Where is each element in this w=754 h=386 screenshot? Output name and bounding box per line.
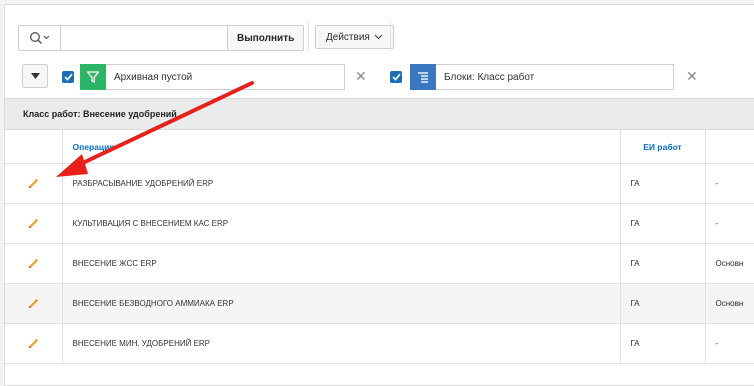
- unit-cell: ГА: [620, 203, 706, 244]
- table-row: ВНЕСЕНИЕ МИН. УДОБРЕНИЙ ERP ГА -: [5, 323, 754, 364]
- pencil-icon[interactable]: [27, 178, 39, 190]
- extra-cell: Основн: [705, 283, 754, 324]
- filter-collapse-toggle[interactable]: [22, 64, 48, 88]
- search-bar: Выполнить: [18, 25, 305, 51]
- extra-cell: Основн: [705, 243, 754, 284]
- column-header-extra[interactable]: [705, 130, 754, 164]
- chevron-down-icon: [374, 34, 383, 40]
- edit-column-header: [5, 130, 63, 164]
- unit-cell: ГА: [620, 323, 706, 364]
- search-input[interactable]: [61, 26, 227, 50]
- pencil-icon[interactable]: [27, 298, 39, 310]
- toolbar-divider: [308, 21, 309, 51]
- actions-menu-button[interactable]: Действия: [315, 25, 394, 49]
- caret-down-icon: [30, 73, 40, 79]
- extra-cell: -: [705, 203, 754, 244]
- edit-cell: [5, 203, 63, 244]
- control-break-icon: [410, 63, 436, 90]
- filter-chip[interactable]: Архивная пустой: [80, 63, 345, 90]
- search-column-selector[interactable]: [19, 26, 61, 50]
- control-break-header: Класс работ: Внесение удобрений: [5, 98, 754, 130]
- unit-cell: ГА: [620, 243, 706, 284]
- extra-cell: -: [705, 163, 754, 204]
- table-row: РАЗБРАСЫВАНИЕ УДОБРЕНИЙ ERP ГА -: [5, 163, 754, 204]
- operation-cell: КУЛЬТИВАЦИЯ С ВНЕСЕНИЕМ КАС ERP: [62, 203, 621, 244]
- operation-cell: ВНЕСЕНИЕ БЕЗВОДНОГО АММИАКА ERP: [62, 283, 621, 324]
- extra-cell: -: [705, 323, 754, 364]
- unit-cell: ГА: [620, 283, 706, 324]
- operation-cell: ВНЕСЕНИЕ ЖСС ERP: [62, 243, 621, 284]
- report-table: Операция ЕИ работ РАЗБРАСЫВАНИЕ УДОБРЕНИ…: [5, 130, 754, 364]
- remove-filter-icon[interactable]: ✕: [355, 68, 367, 85]
- table-header-row: Операция ЕИ работ: [5, 130, 754, 164]
- pencil-icon[interactable]: [27, 338, 39, 350]
- control-break-chip[interactable]: Блоки: Класс работ: [410, 63, 674, 90]
- table-row: КУЛЬТИВАЦИЯ С ВНЕСЕНИЕМ КАС ERP ГА -: [5, 203, 754, 244]
- operation-cell: ВНЕСЕНИЕ МИН. УДОБРЕНИЙ ERP: [62, 323, 621, 364]
- pencil-icon[interactable]: [27, 258, 39, 270]
- table-row: ВНЕСЕНИЕ ЖСС ERP ГА Основн: [5, 243, 754, 284]
- pencil-icon[interactable]: [27, 218, 39, 230]
- table-row: ВНЕСЕНИЕ БЕЗВОДНОГО АММИАКА ERP ГА Основ…: [5, 283, 754, 324]
- control-break-label: Блоки: Класс работ: [444, 71, 535, 83]
- column-header-operation[interactable]: Операция: [62, 130, 621, 164]
- unit-cell: ГА: [620, 163, 706, 204]
- search-icon: [29, 32, 49, 44]
- edit-cell: [5, 163, 63, 204]
- actions-label: Действия: [326, 31, 370, 43]
- column-header-unit[interactable]: ЕИ работ: [620, 130, 706, 164]
- operation-cell: РАЗБРАСЫВАНИЕ УДОБРЕНИЙ ERP: [62, 163, 621, 204]
- filter-chip-label: Архивная пустой: [114, 71, 193, 83]
- checkmark-icon: [63, 73, 73, 81]
- remove-control-break-icon[interactable]: ✕: [686, 68, 698, 85]
- edit-cell: [5, 243, 63, 284]
- edit-cell: [5, 283, 63, 324]
- control-break-enable-checkbox[interactable]: [390, 71, 402, 83]
- run-button[interactable]: Выполнить: [227, 26, 304, 50]
- filter-icon: [80, 63, 106, 90]
- filter-enable-checkbox[interactable]: [62, 71, 74, 83]
- group-title: Класс работ: Внесение удобрений: [23, 109, 177, 119]
- toolbar-divider: [390, 21, 391, 51]
- edit-cell: [5, 323, 63, 364]
- checkmark-icon: [391, 73, 401, 81]
